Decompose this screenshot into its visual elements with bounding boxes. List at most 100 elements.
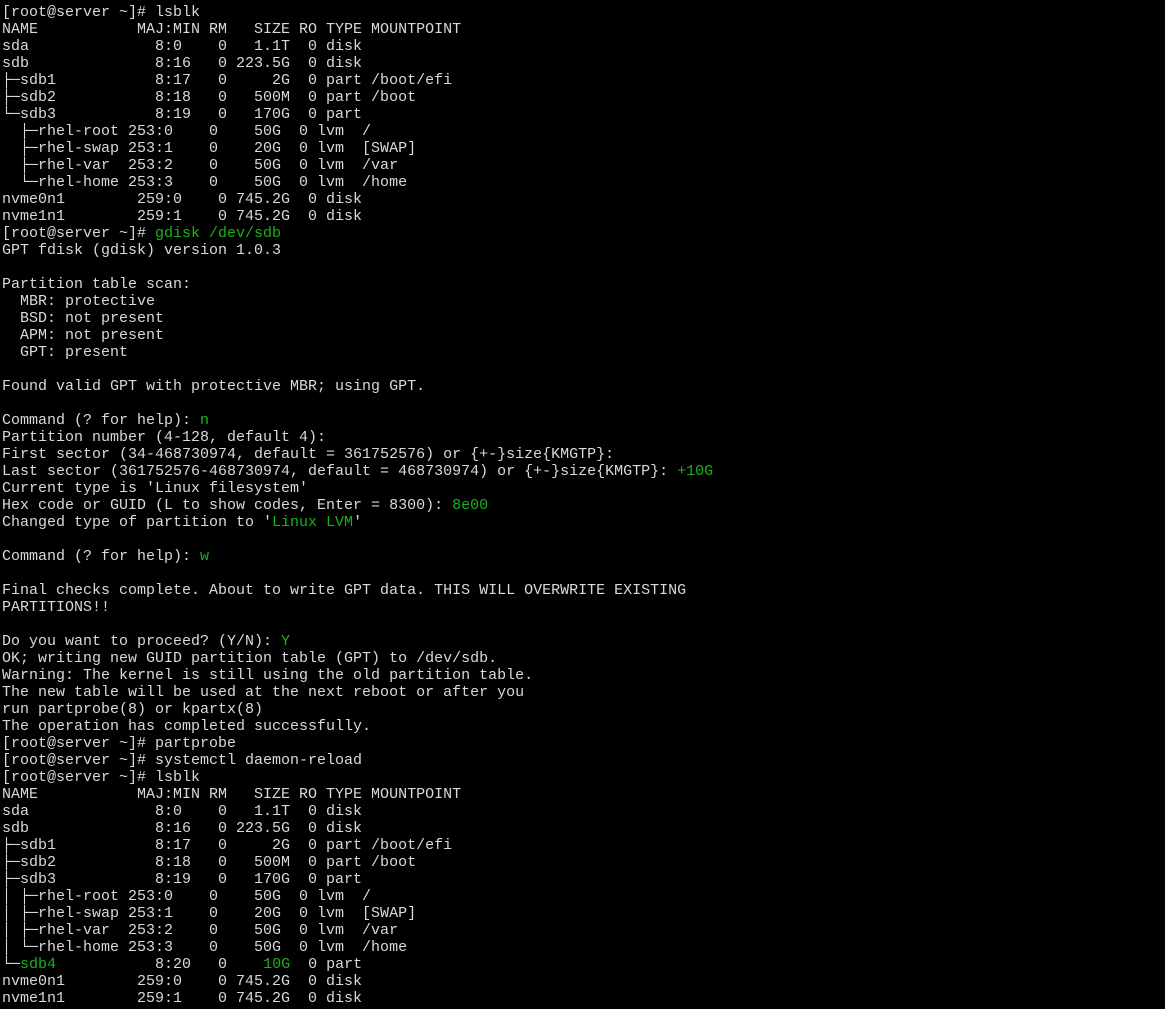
highlighted-text: 8e00: [452, 497, 489, 514]
terminal-text: nvme0n1 259:0 0 745.2G 0 disk: [2, 191, 363, 208]
terminal-line: OK; writing new GUID partition table (GP…: [2, 650, 1165, 667]
terminal-text: [root@server ~]# systemctl daemon-reload: [2, 752, 363, 769]
terminal-text: Partition table scan:: [2, 276, 192, 293]
terminal-text: nvme0n1 259:0 0 745.2G 0 disk: [2, 973, 363, 990]
terminal-line: Changed type of partition to 'Linux LVM': [2, 514, 1165, 531]
terminal-text: Found valid GPT with protective MBR; usi…: [2, 378, 426, 395]
terminal-line: GPT fdisk (gdisk) version 1.0.3: [2, 242, 1165, 259]
terminal-line: Last sector (361752576-468730974, defaul…: [2, 463, 1165, 480]
terminal-text: Command (? for help):: [2, 548, 201, 565]
terminal-text: sda 8:0 0 1.1T 0 disk: [2, 803, 363, 820]
terminal-text: ├─sdb1 8:17 0 2G 0 part /boot/efi: [2, 72, 453, 89]
terminal-line: Partition table scan:: [2, 276, 1165, 293]
terminal-text: ├─sdb2 8:18 0 500M 0 part /boot: [2, 854, 417, 871]
terminal-line: [root@server ~]# lsblk: [2, 769, 1165, 786]
terminal-line: [root@server ~]# systemctl daemon-reload: [2, 752, 1165, 769]
terminal-text: BSD: not present: [2, 310, 165, 327]
terminal-text: ├─sdb1 8:17 0 2G 0 part /boot/efi: [2, 837, 453, 854]
terminal-text: 0 part: [290, 956, 363, 973]
terminal-line: PARTITIONS!!: [2, 599, 1165, 616]
terminal-line: nvme0n1 259:0 0 745.2G 0 disk: [2, 973, 1165, 990]
terminal-line: GPT: present: [2, 344, 1165, 361]
terminal-line: │ └─rhel-home 253:3 0 50G 0 lvm /home: [2, 939, 1165, 956]
highlighted-text: gdisk /dev/sdb: [155, 225, 282, 242]
highlighted-text: +10G: [677, 463, 714, 480]
terminal-text: [root@server ~]#: [2, 225, 156, 242]
terminal-text: Partition number (4-128, default 4):: [2, 429, 327, 446]
terminal-text: │ └─rhel-home 253:3 0 50G 0 lvm /home: [2, 939, 408, 956]
terminal-text: 8:20 0: [56, 956, 264, 973]
terminal-text: ├─rhel-root 253:0 0 50G 0 lvm /: [2, 123, 372, 140]
terminal-text: ├─rhel-var 253:2 0 50G 0 lvm /var: [2, 157, 399, 174]
terminal-text: Do you want to proceed? (Y/N):: [2, 633, 282, 650]
terminal-line: NAME MAJ:MIN RM SIZE RO TYPE MOUNTPOINT: [2, 21, 1165, 38]
terminal-line: APM: not present: [2, 327, 1165, 344]
terminal-text: sda 8:0 0 1.1T 0 disk: [2, 38, 363, 55]
highlighted-text: 10G: [263, 956, 291, 973]
terminal-text: Changed type of partition to ': [2, 514, 273, 531]
highlighted-text: Linux LVM: [272, 514, 354, 531]
terminal-text: GPT fdisk (gdisk) version 1.0.3: [2, 242, 282, 259]
terminal-text: [root@server ~]# lsblk: [2, 769, 201, 786]
terminal-line: Found valid GPT with protective MBR; usi…: [2, 378, 1165, 395]
terminal-text: Command (? for help):: [2, 412, 201, 429]
terminal-line: │ ├─rhel-root 253:0 0 50G 0 lvm /: [2, 888, 1165, 905]
terminal-line: The new table will be used at the next r…: [2, 684, 1165, 701]
terminal-line: Partition number (4-128, default 4):: [2, 429, 1165, 446]
terminal-text: The new table will be used at the next r…: [2, 684, 525, 701]
terminal-text: PARTITIONS!!: [2, 599, 111, 616]
terminal-text: │ ├─rhel-swap 253:1 0 20G 0 lvm [SWAP]: [2, 905, 417, 922]
highlighted-text: w: [200, 548, 210, 565]
terminal-text: └─sdb3 8:19 0 170G 0 part: [2, 106, 363, 123]
terminal-text: NAME MAJ:MIN RM SIZE RO TYPE MOUNTPOINT: [2, 21, 462, 38]
terminal-line: Do you want to proceed? (Y/N): Y: [2, 633, 1165, 650]
terminal-line: [root@server ~]# partprobe: [2, 735, 1165, 752]
terminal-line: Warning: The kernel is still using the o…: [2, 667, 1165, 684]
terminal-line: The operation has completed successfully…: [2, 718, 1165, 735]
terminal-line: run partprobe(8) or kpartx(8): [2, 701, 1165, 718]
terminal-text: ': [353, 514, 363, 531]
terminal-line: sda 8:0 0 1.1T 0 disk: [2, 38, 1165, 55]
terminal-line: └─sdb4 8:20 0 10G 0 part: [2, 956, 1165, 973]
terminal-text: [root@server ~]# lsblk: [2, 4, 201, 21]
terminal-text: OK; writing new GUID partition table (GP…: [2, 650, 498, 667]
terminal-line: sda 8:0 0 1.1T 0 disk: [2, 803, 1165, 820]
terminal-text: Current type is 'Linux filesystem': [2, 480, 309, 497]
terminal-line: ├─sdb1 8:17 0 2G 0 part /boot/efi: [2, 72, 1165, 89]
terminal-text: ├─sdb2 8:18 0 500M 0 part /boot: [2, 89, 417, 106]
terminal-line: ├─rhel-swap 253:1 0 20G 0 lvm [SWAP]: [2, 140, 1165, 157]
terminal-line: nvme0n1 259:0 0 745.2G 0 disk: [2, 191, 1165, 208]
terminal-line: Final checks complete. About to write GP…: [2, 582, 1165, 599]
terminal-text: Warning: The kernel is still using the o…: [2, 667, 534, 684]
terminal-text: ├─rhel-swap 253:1 0 20G 0 lvm [SWAP]: [2, 140, 417, 157]
terminal-text: Last sector (361752576-468730974, defaul…: [2, 463, 678, 480]
terminal-text: ├─sdb3 8:19 0 170G 0 part: [2, 871, 363, 888]
terminal-line: │ ├─rhel-var 253:2 0 50G 0 lvm /var: [2, 922, 1165, 939]
highlighted-text: Y: [281, 633, 291, 650]
terminal-text: │ ├─rhel-var 253:2 0 50G 0 lvm /var: [2, 922, 399, 939]
terminal-line: BSD: not present: [2, 310, 1165, 327]
terminal-text: Final checks complete. About to write GP…: [2, 582, 687, 599]
terminal-line: sdb 8:16 0 223.5G 0 disk: [2, 820, 1165, 837]
terminal-line: Current type is 'Linux filesystem': [2, 480, 1165, 497]
terminal-text: sdb 8:16 0 223.5G 0 disk: [2, 55, 363, 72]
terminal-window[interactable]: [root@server ~]# lsblk NAME MAJ:MIN RM SI…: [0, 0, 1165, 1009]
terminal-line: Command (? for help): n: [2, 412, 1165, 429]
terminal-text: nvme1n1 259:1 0 745.2G 0 disk: [2, 990, 363, 1007]
highlighted-text: sdb4: [20, 956, 57, 973]
terminal-line: First sector (34-468730974, default = 36…: [2, 446, 1165, 463]
terminal-line: ├─sdb3 8:19 0 170G 0 part: [2, 871, 1165, 888]
terminal-line: ├─sdb2 8:18 0 500M 0 part /boot: [2, 89, 1165, 106]
terminal-text: The operation has completed successfully…: [2, 718, 372, 735]
terminal-text: └─rhel-home 253:3 0 50G 0 lvm /home: [2, 174, 408, 191]
terminal-line: NAME MAJ:MIN RM SIZE RO TYPE MOUNTPOINT: [2, 786, 1165, 803]
terminal-text: NAME MAJ:MIN RM SIZE RO TYPE MOUNTPOINT: [2, 786, 462, 803]
terminal-line: sdb 8:16 0 223.5G 0 disk: [2, 55, 1165, 72]
terminal-text: [root@server ~]# partprobe: [2, 735, 237, 752]
terminal-line: ├─rhel-root 253:0 0 50G 0 lvm /: [2, 123, 1165, 140]
